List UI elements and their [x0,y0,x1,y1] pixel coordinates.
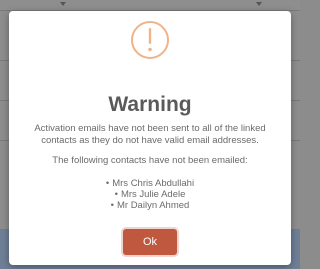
list-item: • Mrs Chris Abdullahi [9,178,291,189]
list-item: • Mrs Julie Adele [9,189,291,200]
exclamation-circle-icon [131,21,169,59]
contact-name: Mr Dailyn Ahmed [116,200,190,211]
contact-name: Mrs Chris Abdullahi [112,178,195,189]
background-dropdown-arrow-icon [256,2,262,6]
dialog-message: Activation emails have not been sent to … [34,123,266,146]
list-item: • Mr Dailyn Ahmed [9,200,291,211]
dialog-subtitle: The following contacts have not been ema… [52,155,248,166]
contact-list: • Mrs Chris Abdullahi • Mrs Julie Adele • M… [9,178,291,211]
bullet-icon: • [110,200,114,211]
background-dropdown-arrow-icon [60,2,66,6]
bullet-icon: • [114,189,118,200]
warning-dialog: Warning Activation emails have not been … [9,11,291,265]
bullet-icon: • [105,178,110,189]
contact-name: Mrs Julie Adele [120,189,186,200]
ok-button[interactable]: Ok [123,229,177,255]
dialog-title: Warning [108,93,192,116]
